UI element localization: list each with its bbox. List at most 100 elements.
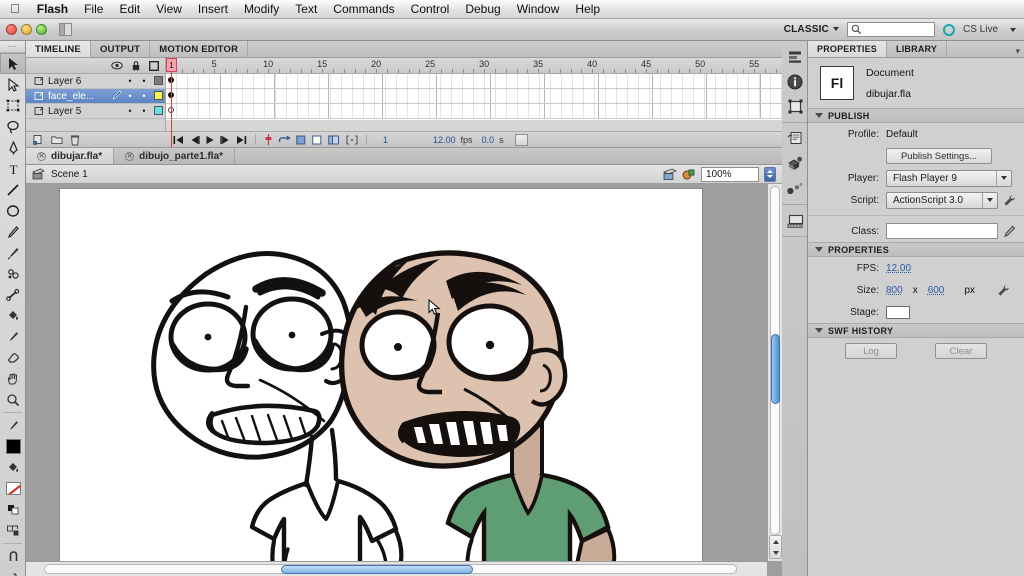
play-button[interactable]	[205, 135, 215, 145]
center-frame-button[interactable]	[264, 134, 273, 145]
transform-panel-icon[interactable]	[782, 94, 808, 119]
timeline-ruler[interactable]: 5 10 15 20 25 30 35 40 45 50 55	[166, 58, 782, 74]
layer-color-chip[interactable]	[151, 90, 165, 102]
oval-tool[interactable]	[0, 200, 26, 221]
components-icon[interactable]	[782, 151, 808, 176]
layer-visibility-toggle[interactable]: •	[123, 106, 137, 116]
fps-value-input[interactable]: 12.00	[886, 263, 911, 274]
layer-visibility-toggle[interactable]: •	[123, 91, 137, 101]
close-icon[interactable]: ✕	[37, 151, 46, 161]
layer-color-chip[interactable]	[151, 75, 165, 87]
menu-item-window[interactable]: Window	[509, 0, 568, 19]
stage-height-input[interactable]: 600	[928, 285, 945, 296]
layer-row-0[interactable]: Layer 6 • •	[26, 74, 165, 89]
stage-color-swatch[interactable]	[886, 305, 910, 319]
menu-item-control[interactable]: Control	[403, 0, 458, 19]
tools-panel-grip[interactable]: ⋯	[0, 41, 25, 53]
zoom-level-input[interactable]: 100%	[701, 166, 759, 182]
edit-scene-icon[interactable]	[663, 168, 677, 181]
stroke-color-picker[interactable]	[0, 415, 26, 436]
tab-timeline[interactable]: TIMELINE	[26, 41, 91, 57]
search-input[interactable]	[846, 22, 935, 37]
paint-bucket-tool[interactable]	[0, 305, 26, 326]
tab-output[interactable]: OUTPUT	[91, 41, 151, 57]
menu-item-text[interactable]: Text	[287, 0, 325, 19]
chevron-down-icon[interactable]	[815, 328, 823, 333]
hand-tool[interactable]	[0, 368, 26, 389]
canvas-horizontal-scrollbar[interactable]	[26, 561, 767, 576]
chevron-down-icon[interactable]	[815, 113, 823, 118]
new-layer-icon[interactable]	[33, 134, 44, 145]
step-back-button[interactable]	[189, 135, 200, 145]
tab-properties[interactable]: PROPERTIES	[808, 41, 888, 57]
document-tab-dibujar[interactable]: ✕ dibujar.fla*	[26, 148, 115, 164]
edit-multiple-frames-button[interactable]	[312, 135, 323, 145]
zoom-window-button[interactable]	[36, 24, 47, 35]
go-to-first-frame-button[interactable]	[173, 135, 184, 145]
workspace-switcher[interactable]: CLASSIC	[784, 24, 839, 35]
step-forward-button[interactable]	[220, 135, 231, 145]
modify-onion-markers-button[interactable]	[328, 135, 341, 145]
playhead[interactable]: 1	[166, 58, 177, 147]
brush-tool[interactable]	[0, 242, 26, 263]
swap-colors-button[interactable]	[0, 520, 26, 541]
chevron-down-icon[interactable]	[815, 247, 823, 252]
info-panel-icon[interactable]	[782, 69, 808, 94]
layer-row-1[interactable]: face_ele... • •	[26, 89, 165, 104]
edit-symbols-icon[interactable]	[682, 168, 696, 181]
canvas-vertical-scrollbar[interactable]	[767, 184, 782, 561]
deco-tool[interactable]	[0, 263, 26, 284]
menu-item-view[interactable]: View	[148, 0, 190, 19]
subselection-tool[interactable]	[0, 74, 26, 95]
free-transform-tool[interactable]	[0, 95, 26, 116]
zoom-stepper[interactable]	[764, 166, 776, 182]
frame-row-layer-1[interactable]	[166, 89, 782, 104]
fps-value[interactable]: 12.00	[393, 135, 456, 145]
tab-motion-editor[interactable]: MOTION EDITOR	[150, 41, 249, 57]
layer-visibility-toggle[interactable]: •	[123, 76, 137, 86]
layer-lock-toggle[interactable]: •	[137, 91, 151, 101]
onion-skin-outlines-button[interactable]	[296, 135, 307, 145]
menu-item-edit[interactable]: Edit	[111, 0, 148, 19]
close-window-button[interactable]	[6, 24, 17, 35]
panel-menu-icon[interactable]: ▾	[1015, 46, 1020, 57]
tab-library[interactable]: LIBRARY	[887, 41, 948, 57]
stroke-color-swatch[interactable]	[0, 436, 26, 457]
class-input[interactable]	[886, 223, 998, 239]
snap-to-objects-option[interactable]	[0, 546, 26, 567]
align-panel-icon[interactable]	[782, 44, 808, 69]
pencil-tool[interactable]	[0, 221, 26, 242]
eyedropper-tool[interactable]	[0, 326, 26, 347]
fill-color-swatch-none[interactable]	[0, 478, 26, 499]
onion-marker-range-icon[interactable]	[346, 135, 358, 145]
layer-color-chip[interactable]	[151, 105, 165, 117]
chevron-down-icon[interactable]	[982, 192, 997, 208]
document-tab-dibujo-parte1[interactable]: ✕ dibujo_parte1.fla*	[114, 148, 236, 164]
pen-tool[interactable]	[0, 137, 26, 158]
close-icon[interactable]: ✕	[125, 151, 135, 161]
document-settings-wrench-icon[interactable]	[997, 284, 1010, 297]
window-traffic-lights[interactable]	[0, 24, 47, 35]
stage[interactable]	[60, 189, 702, 565]
minimize-window-button[interactable]	[21, 24, 32, 35]
player-select[interactable]: Flash Player 9	[886, 169, 1012, 187]
onion-skin-button[interactable]	[278, 135, 291, 145]
section-properties[interactable]: PROPERTIES	[808, 242, 1024, 257]
cs-live-label[interactable]: CS Live	[963, 24, 998, 35]
line-tool[interactable]	[0, 179, 26, 200]
menu-item-modify[interactable]: Modify	[236, 0, 287, 19]
frame-row-layer-0[interactable]	[166, 74, 782, 89]
layer-row-2[interactable]: Layer 5 • •	[26, 104, 165, 119]
fill-color-picker[interactable]	[0, 457, 26, 478]
layer-lock-toggle[interactable]: •	[137, 76, 151, 86]
zoom-tool[interactable]	[0, 389, 26, 410]
swf-clear-button[interactable]: Clear	[935, 343, 987, 359]
lasso-tool[interactable]	[0, 116, 26, 137]
black-and-white-button[interactable]	[0, 499, 26, 520]
section-swf-history[interactable]: SWF HISTORY	[808, 323, 1024, 338]
scrollbar-thumb-h[interactable]	[281, 565, 473, 574]
scrollbar-thumb[interactable]	[771, 334, 780, 404]
section-publish[interactable]: PUBLISH	[808, 108, 1024, 123]
frame-row-layer-2[interactable]	[166, 104, 782, 119]
new-folder-icon[interactable]	[51, 134, 63, 145]
